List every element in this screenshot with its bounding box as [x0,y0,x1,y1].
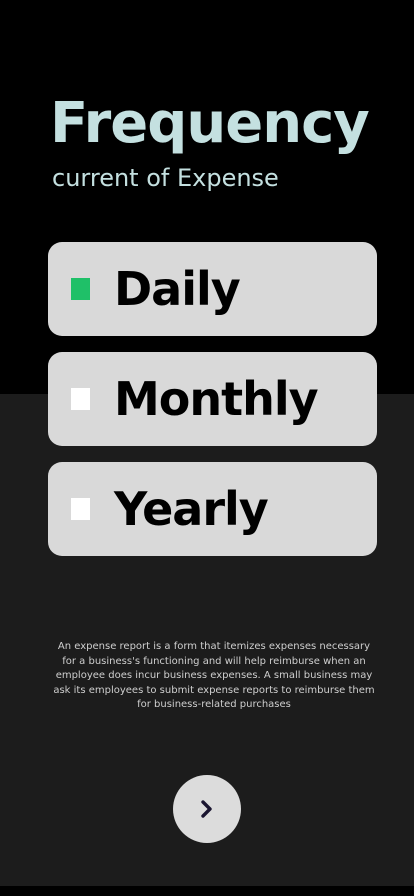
next-button[interactable] [173,775,241,843]
page-subtitle: current of Expense [52,164,279,192]
checkbox-yearly[interactable] [71,498,90,520]
description-text: An expense report is a form that itemize… [53,641,375,710]
option-yearly[interactable]: Yearly [48,462,377,556]
option-yearly-label: Yearly [114,482,269,536]
checkbox-daily[interactable] [71,278,90,300]
option-monthly-label: Monthly [114,372,319,426]
page-title: Frequency [50,91,370,156]
checkbox-monthly[interactable] [71,388,90,410]
option-daily[interactable]: Daily [48,242,377,336]
bottom-strip [0,886,414,896]
option-daily-label: Daily [114,262,241,316]
option-monthly[interactable]: Monthly [48,352,377,446]
chevron-right-icon [201,800,212,818]
